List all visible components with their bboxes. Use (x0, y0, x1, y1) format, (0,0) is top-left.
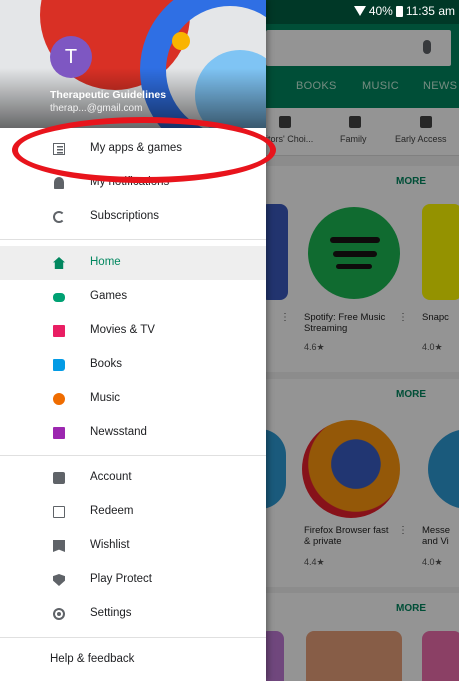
menu-item-label: Wishlist (90, 539, 130, 551)
battery-percent: 40% (368, 4, 393, 18)
menu-item-settings[interactable]: Settings (0, 597, 266, 631)
menu-item-label: Movies & TV (90, 324, 155, 336)
menu-item-account[interactable]: Account (0, 461, 266, 495)
menu-item-label: Newsstand (90, 426, 147, 438)
menu-item-play-protect[interactable]: Play Protect (0, 563, 266, 597)
drawer-header: T Therapeutic Guidelines therap...@gmail… (0, 0, 266, 128)
menu-item-music[interactable]: Music (0, 382, 266, 416)
sync-icon (53, 211, 65, 223)
menu-item-movies-tv[interactable]: Movies & TV (0, 314, 266, 348)
help-feedback-link[interactable]: Help & feedback (50, 653, 134, 665)
menu-item-label: Games (90, 290, 128, 302)
account-email[interactable]: therap...@gmail.com (50, 103, 142, 114)
book-icon (53, 359, 65, 371)
menu-item-label: Account (90, 471, 132, 483)
menu-item-newsstand[interactable]: Newsstand (0, 416, 266, 450)
menu-item-label: Home (90, 256, 121, 268)
menu-item-label: Books (90, 358, 122, 370)
header-art (172, 32, 190, 50)
home-icon (53, 257, 65, 269)
shield-icon (53, 574, 65, 586)
divider (0, 455, 266, 456)
menu-item-label: Music (90, 392, 121, 404)
gear-icon (53, 608, 65, 620)
menu-item-books[interactable]: Books (0, 348, 266, 382)
redeem-icon (53, 506, 65, 518)
menu-item-home[interactable]: Home (0, 246, 266, 280)
battery-icon (395, 5, 403, 17)
wishlist-icon (53, 540, 65, 552)
avatar[interactable]: T (50, 36, 92, 78)
menu-item-label: Settings (90, 607, 132, 619)
newsstand-icon (53, 427, 65, 439)
wifi-icon (353, 6, 366, 16)
menu-item-redeem[interactable]: Redeem (0, 495, 266, 529)
highlight-ellipse (12, 117, 276, 183)
film-icon (53, 325, 65, 337)
music-icon (53, 393, 65, 405)
menu-item-label: Play Protect (90, 573, 152, 585)
menu-item-subscriptions[interactable]: Subscriptions (0, 200, 266, 234)
menu-item-label: Redeem (90, 505, 134, 517)
gamepad-icon (53, 293, 65, 302)
menu-item-label: Subscriptions (90, 210, 160, 222)
account-icon (53, 472, 65, 484)
divider (0, 239, 266, 240)
status-indicators: 40% 11:35 am (353, 4, 455, 18)
divider (0, 637, 266, 638)
menu-item-games[interactable]: Games (0, 280, 266, 314)
account-name[interactable]: Therapeutic Guidelines (50, 89, 166, 101)
clock: 11:35 am (405, 4, 455, 18)
menu-item-wishlist[interactable]: Wishlist (0, 529, 266, 563)
bell-icon (54, 177, 64, 189)
navigation-drawer: T Therapeutic Guidelines therap...@gmail… (0, 0, 266, 681)
